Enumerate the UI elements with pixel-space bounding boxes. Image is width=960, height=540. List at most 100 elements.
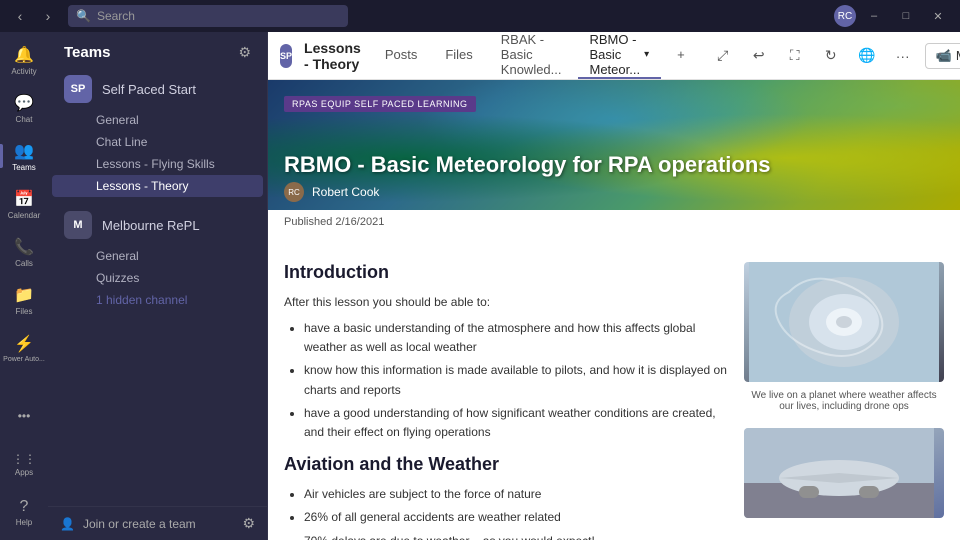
maximize-button[interactable]: □ <box>892 5 920 27</box>
channel-header-avatar: SP <box>280 44 292 68</box>
sidebar-item-chat[interactable]: 💬 Chat <box>0 84 48 132</box>
aviation-heading: Aviation and the Weather <box>284 454 728 475</box>
channel-list-melbourne: General Quizzes 1 hidden channel <box>48 245 267 315</box>
join-create-label: Join or create a team <box>83 517 196 531</box>
channel-header: SP Lessons - Theory Posts Files RBAK - B… <box>268 32 960 80</box>
list-item: 26% of all general accidents are weather… <box>304 508 728 527</box>
minimize-button[interactable]: – <box>860 5 888 27</box>
tab-add-button[interactable]: + <box>665 32 697 79</box>
teams-icon: 👥 <box>14 141 34 161</box>
sidebar-caption: We live on a planet where weather affect… <box>744 390 944 412</box>
team-group-melbourne: M Melbourne RePL ··· General Quizzes 1 h… <box>48 205 267 315</box>
user-avatar[interactable]: RC <box>834 5 856 27</box>
sidebar-bottom: 👤 Join or create a team ⚙ <box>48 506 267 540</box>
storm-svg <box>749 262 939 382</box>
teams-sidebar: Teams ⚙ SP Self Paced Start ··· General … <box>48 32 268 540</box>
author-avatar: RC <box>284 182 304 202</box>
sidebar-item-calendar[interactable]: 📅 Calendar <box>0 180 48 228</box>
intro-lead: After this lesson you should be able to: <box>284 293 728 311</box>
channel-header-name: Lessons - Theory <box>304 40 361 72</box>
sidebar-item-apps[interactable]: ⋮⋮ Apps <box>0 440 48 488</box>
list-item: Air vehicles are subject to the force of… <box>304 485 728 504</box>
publish-date: Published 2/16/2021 <box>268 210 960 234</box>
activity-icon: 🔔 <box>14 45 34 65</box>
article-sidebar: We live on a planet where weather affect… <box>744 262 944 540</box>
header-actions: ⤢ ↩ ⛶ ↻ 🌐 ··· 📹 Meet ▾ <box>709 42 960 70</box>
tab-posts[interactable]: Posts <box>373 32 430 79</box>
meet-label: Meet <box>956 48 960 63</box>
refresh-icon[interactable]: ↻ <box>817 42 845 70</box>
meet-button[interactable]: 📹 Meet ▾ <box>925 43 960 69</box>
channel-item-quizzes[interactable]: Quizzes <box>52 267 263 289</box>
article-main: Introduction After this lesson you shoul… <box>284 262 728 540</box>
sidebar-item-teams[interactable]: 👥 Teams <box>0 132 48 180</box>
teams-panel-header: Teams ⚙ <box>48 32 267 69</box>
apps-icon: ⋮⋮ <box>12 452 36 466</box>
team-item-self-paced[interactable]: SP Self Paced Start ··· <box>52 69 263 109</box>
plane-svg <box>744 428 934 518</box>
search-icon: 🔍 <box>76 9 91 23</box>
more-options-icon[interactable]: ··· <box>889 42 917 70</box>
icon-sidebar: 🔔 Activity 💬 Chat 👥 Teams 📅 Calendar 📞 C… <box>0 32 48 540</box>
filter-icon: ⚙ <box>238 44 251 61</box>
hero-author-area: RC Robert Cook <box>284 182 379 202</box>
channel-item-hidden[interactable]: 1 hidden channel <box>52 289 263 311</box>
files-icon: 📁 <box>14 285 34 305</box>
teams-panel-title: Teams <box>64 44 110 61</box>
team-name-self-paced: Self Paced Start <box>102 82 227 97</box>
tab-rbmo[interactable]: RBMO - Basic Meteor... ▾ <box>578 32 662 79</box>
chat-icon: 💬 <box>14 93 34 113</box>
list-item: have a basic understanding of the atmosp… <box>304 319 728 357</box>
sidebar-item-more[interactable]: ••• <box>0 392 48 440</box>
nav-forward-button[interactable]: › <box>36 4 60 28</box>
team-avatar-melbourne: M <box>64 211 92 239</box>
channel-item-chat-line[interactable]: Chat Line <box>52 131 263 153</box>
calls-icon: 📞 <box>14 237 34 257</box>
join-create-button[interactable]: 👤 Join or create a team <box>60 517 196 531</box>
team-item-melbourne[interactable]: M Melbourne RePL ··· <box>52 205 263 245</box>
sidebar-item-calls[interactable]: 📞 Calls <box>0 228 48 276</box>
settings-icon[interactable]: ⚙ <box>242 515 255 532</box>
fullscreen-icon[interactable]: ⛶ <box>781 42 809 70</box>
more-icon: ••• <box>18 409 31 423</box>
channel-item-general[interactable]: General <box>52 109 263 131</box>
team-avatar-self-paced: SP <box>64 75 92 103</box>
teams-filter-button[interactable]: ⚙ <box>238 44 251 61</box>
close-button[interactable]: ✕ <box>924 5 952 27</box>
hero-title: RBMO - Basic Meteorology for RPA operati… <box>284 152 771 178</box>
sidebar-item-power-automate[interactable]: ⚡ Power Auto... <box>0 324 48 372</box>
content-area: SP Lessons - Theory Posts Files RBAK - B… <box>268 32 960 540</box>
tab-dropdown-icon[interactable]: ▾ <box>644 49 649 60</box>
main-layout: 🔔 Activity 💬 Chat 👥 Teams 📅 Calendar 📞 C… <box>0 32 960 540</box>
aviation-bullets: Air vehicles are subject to the force of… <box>284 485 728 540</box>
author-name: Robert Cook <box>312 185 379 199</box>
intro-bullets: have a basic understanding of the atmosp… <box>284 319 728 442</box>
channel-item-lessons-theory[interactable]: Lessons - Theory <box>52 175 263 197</box>
channel-item-melbourne-general[interactable]: General <box>52 245 263 267</box>
hero-badge: RPAS EQUIP SELF PACED LEARNING <box>284 96 476 112</box>
list-item: know how this information is made availa… <box>304 361 728 399</box>
channel-nav-tabs: Posts Files RBAK - Basic Knowled... RBMO… <box>373 32 697 79</box>
wiki-content[interactable]: RPAS EQUIP SELF PACED LEARNING RBMO - Ba… <box>268 80 960 540</box>
channel-item-flying-skills[interactable]: Lessons - Flying Skills <box>52 153 263 175</box>
help-icon: ? <box>20 498 29 516</box>
search-bar[interactable]: 🔍 Search <box>68 5 348 27</box>
globe-icon[interactable]: 🌐 <box>853 42 881 70</box>
article-body: Introduction After this lesson you shoul… <box>268 234 960 540</box>
join-create-icon: 👤 <box>60 517 75 531</box>
nav-back-button[interactable]: ‹ <box>8 4 32 28</box>
sidebar-item-files[interactable]: 📁 Files <box>0 276 48 324</box>
tab-files[interactable]: Files <box>433 32 484 79</box>
sidebar-image-plane <box>744 428 944 518</box>
sidebar-item-help[interactable]: ? Help <box>0 488 48 536</box>
power-automate-icon: ⚡ <box>14 334 34 354</box>
team-name-melbourne: Melbourne RePL <box>102 218 227 233</box>
team-group-self-paced: SP Self Paced Start ··· General Chat Lin… <box>48 69 267 201</box>
hero-banner: RPAS EQUIP SELF PACED LEARNING RBMO - Ba… <box>268 80 960 210</box>
tab-rbak[interactable]: RBAK - Basic Knowled... <box>489 32 574 79</box>
expand-icon[interactable]: ⤢ <box>709 42 737 70</box>
intro-heading: Introduction <box>284 262 728 283</box>
sidebar-item-activity[interactable]: 🔔 Activity <box>0 36 48 84</box>
search-placeholder: Search <box>97 9 135 23</box>
back-icon[interactable]: ↩ <box>745 42 773 70</box>
